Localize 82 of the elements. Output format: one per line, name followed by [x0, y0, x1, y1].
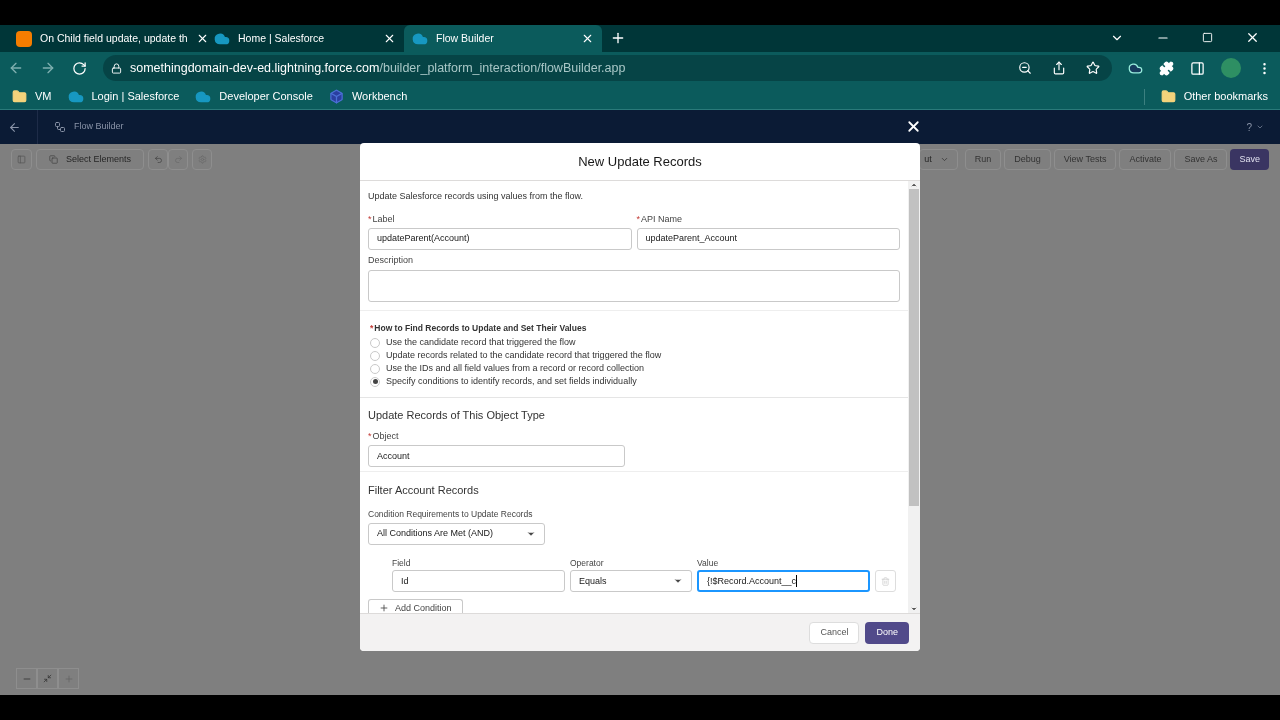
- field-label: Value: [697, 556, 720, 570]
- copy-icon: [49, 155, 58, 164]
- cancel-button[interactable]: Cancel: [809, 621, 860, 644]
- field-label: Field: [392, 556, 412, 570]
- shrink-icon: [43, 674, 52, 683]
- folder-icon: [1160, 89, 1176, 104]
- cube-icon: [328, 89, 344, 104]
- star-icon[interactable]: [1086, 61, 1100, 75]
- text-field[interactable]: updateParent(Account): [368, 228, 632, 250]
- required-mark: *: [368, 430, 372, 441]
- field-label: Operator: [570, 556, 605, 570]
- close-icon[interactable]: [581, 32, 594, 45]
- modal-title: New Update Records: [578, 152, 702, 171]
- bookmark[interactable]: Login | Salesforce: [67, 88, 180, 105]
- tab-title: Flow Builder: [436, 30, 495, 46]
- radio-option[interactable]: Use the candidate record that triggered the flow: [370, 336, 898, 350]
- help-button[interactable]: ?: [1246, 119, 1252, 135]
- reload-icon[interactable]: [72, 60, 87, 76]
- address-bar[interactable]: somethingdomain-dev-ed.lightning.force.com/builder_platform_interaction/flowBuilder.app: [103, 55, 1112, 81]
- radio-option[interactable]: Specify conditions to identify records, and set fields individually: [370, 375, 898, 389]
- folder-icon: [12, 89, 27, 104]
- toolbar-button[interactable]: Save: [1230, 149, 1269, 170]
- share-icon[interactable]: [1052, 61, 1066, 75]
- forward-icon[interactable]: [40, 60, 56, 76]
- close-icon[interactable]: [383, 32, 396, 45]
- browser-tab[interactable]: On Child field update, update th: [8, 25, 206, 52]
- maximize-icon[interactable]: [1202, 32, 1213, 43]
- caret-icon: [939, 155, 949, 164]
- url-domain: somethingdomain-dev-ed.lightning.force.com/builder_platform_interaction/flowBuilder.app: [130, 59, 626, 77]
- scroll-down-icon[interactable]: [910, 605, 918, 613]
- back-icon[interactable]: [8, 60, 24, 76]
- flow-icon: [54, 121, 66, 133]
- bookmark[interactable]: Workbench: [328, 88, 408, 105]
- section-heading: Filter Account Records: [368, 483, 480, 499]
- plus-icon: [379, 603, 389, 613]
- field-label: Condition Requirements to Update Records: [368, 507, 534, 521]
- done-button[interactable]: Done: [865, 621, 909, 644]
- new-tab-icon[interactable]: [610, 30, 626, 46]
- description-field[interactable]: [368, 269, 900, 302]
- toggle-button[interactable]: [11, 149, 32, 170]
- text-field[interactable]: updateParent_Account: [636, 228, 900, 250]
- tab-title: On Child field update, update th: [40, 30, 188, 46]
- lock-icon: [111, 62, 122, 74]
- intro-text: Update Salesforce records using values from the flow.: [368, 190, 585, 203]
- section-heading: Update Records of This Object Type: [368, 408, 546, 424]
- bookmark[interactable]: Developer Console: [195, 88, 313, 105]
- requirement-select[interactable]: All Conditions Are Met (AND): [368, 522, 545, 545]
- required-mark: *: [368, 213, 372, 224]
- extension-icon[interactable]: [1128, 60, 1143, 76]
- radio-option[interactable]: Use the IDs and all field values from a record or record collection: [370, 362, 898, 376]
- operator-select[interactable]: Equals: [570, 570, 692, 593]
- app-title: Flow Builder: [74, 120, 124, 134]
- panel-icon: [17, 155, 26, 164]
- extensions-icon[interactable]: [1159, 60, 1174, 76]
- scrollbar[interactable]: [908, 181, 920, 613]
- side-panel-icon[interactable]: [1190, 60, 1205, 76]
- browser-tab[interactable]: Flow Builder: [404, 25, 602, 52]
- select-elements-button[interactable]: Select Elements: [36, 149, 145, 170]
- blog-icon: [16, 30, 32, 47]
- required-mark: *: [370, 322, 374, 333]
- tab-title: Home | Salesforce: [238, 30, 326, 46]
- field-label: API Name: [641, 213, 683, 224]
- required-mark: *: [636, 213, 640, 224]
- radio-option[interactable]: Update records related to the candidate record that triggered the flow: [370, 349, 898, 363]
- field-input[interactable]: Id: [392, 570, 565, 593]
- undo-icon: [153, 155, 163, 164]
- trash-icon: [881, 576, 890, 586]
- value-input[interactable]: {!$Record.Account__c: [697, 570, 870, 593]
- caret-icon[interactable]: [1256, 123, 1264, 131]
- field-label: Description: [368, 254, 415, 267]
- bookmark[interactable]: VM: [12, 88, 52, 105]
- field-label: Label: [372, 213, 395, 224]
- field-label: Object: [372, 430, 399, 441]
- zoom-out-icon[interactable]: [1018, 61, 1032, 75]
- scroll-up-icon[interactable]: [910, 181, 918, 189]
- close-icon[interactable]: [1245, 30, 1260, 45]
- browser-tab[interactable]: Home | Salesforce: [206, 25, 404, 52]
- section-label: How to Find Records to Update and Set Their Values: [374, 322, 587, 333]
- text-field[interactable]: Account: [368, 445, 625, 468]
- bookmark[interactable]: Other bookmarks: [1160, 88, 1268, 105]
- back-icon[interactable]: [8, 120, 21, 134]
- close-icon[interactable]: [905, 118, 922, 135]
